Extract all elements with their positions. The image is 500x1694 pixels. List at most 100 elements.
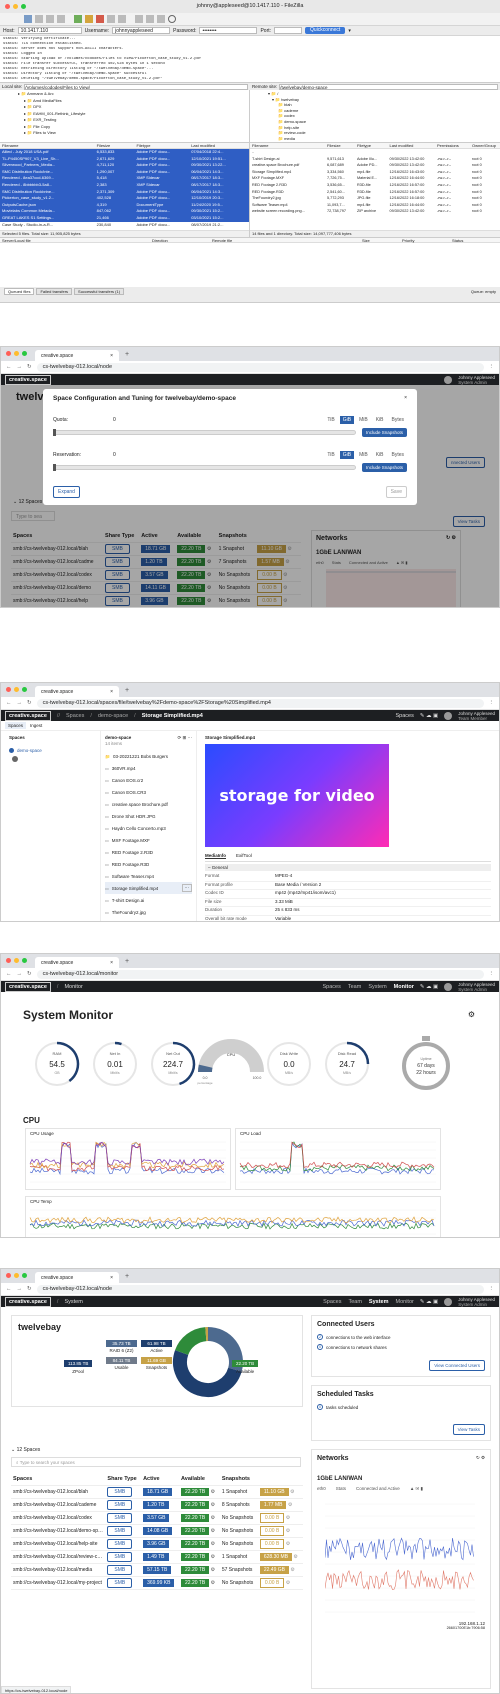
snapshot-settings-icon[interactable]: ⚙: [289, 1489, 295, 1495]
refresh-icon[interactable]: [74, 15, 82, 23]
remote-file-row[interactable]: Storage Simplified.mp4 3,334,560 mp4-file 1…: [250, 169, 500, 176]
nav-spaces[interactable]: Spaces: [323, 984, 341, 990]
browser-tab[interactable]: creative.space ×: [35, 1272, 119, 1283]
table-row[interactable]: smb://cs-twelvebay-012.local/my-project S…: [11, 1577, 303, 1590]
file-list-item[interactable]: ▭ MXF Footage.MXF: [105, 834, 192, 846]
address-bar[interactable]: cs-twelvebay-012.local/node: [36, 362, 484, 372]
column-tools-icons[interactable]: ⟳ ⊞ ⋯: [177, 735, 192, 741]
file-list-item[interactable]: ▭ RED Footage 2.R3D: [105, 846, 192, 858]
space-path[interactable]: smb://cs-twelvebay-012.local/revie: [11, 608, 103, 609]
queue-tab[interactable]: Successful transfers (1): [74, 287, 125, 295]
nav-spaces[interactable]: Spaces: [323, 1299, 341, 1305]
settings-gear-icon[interactable]: ⚙: [209, 1515, 216, 1521]
local-column-filesize[interactable]: Filesize: [95, 143, 135, 148]
settings-gear-icon[interactable]: ⚙: [209, 1580, 216, 1586]
back-icon[interactable]: ←: [6, 1286, 12, 1292]
reload-icon[interactable]: ↻: [27, 1286, 32, 1292]
search-input[interactable]: ⌕ Type to search your spaces: [11, 1457, 301, 1467]
local-file-row[interactable]: SMC Distribution Rock/inte... 1,290,007 Ad…: [0, 168, 249, 176]
reservation-slider[interactable]: [53, 464, 356, 471]
browser-menu-icon[interactable]: ⋮: [489, 971, 495, 977]
logo[interactable]: creative.space: [5, 374, 51, 385]
space-path[interactable]: smb://cs-twelvebay-012.local/help-site: [11, 1538, 105, 1551]
local-file-row[interactable]: Allied - July 2018 USA.pdf 6,533,833 Adobe…: [0, 149, 249, 156]
logo[interactable]: creative.space: [5, 1296, 51, 1307]
crumb-1[interactable]: Spaces: [66, 713, 84, 719]
nav-monitor[interactable]: Monitor: [394, 984, 414, 990]
file-list-item[interactable]: ▭ 360VR.mp4: [105, 762, 192, 774]
remote-column-filename[interactable]: Filename: [250, 143, 325, 148]
unit-option-kib[interactable]: KiB: [373, 416, 387, 424]
forward-icon[interactable]: →: [17, 1286, 23, 1292]
browser-menu-icon[interactable]: ⋮: [489, 700, 495, 706]
local-folder[interactable]: ▸ 📁 Files to View: [18, 130, 231, 137]
nav-team[interactable]: Team: [348, 1299, 361, 1305]
settings-gear-icon[interactable]: ⚙: [209, 1528, 216, 1534]
file-list-item[interactable]: ▭ Software Teaser.mp4: [105, 870, 192, 882]
local-column-last-modified[interactable]: Last modified: [189, 143, 249, 148]
browser-tab[interactable]: creative.space ×: [35, 957, 119, 968]
remote-folder[interactable]: 📁 media: [268, 136, 482, 142]
avatar[interactable]: [444, 982, 453, 991]
toolbar-icons[interactable]: ✎ ☁ ▣: [420, 1299, 438, 1305]
reload-icon[interactable]: ↻: [27, 971, 32, 977]
forward-icon[interactable]: →: [17, 971, 23, 977]
file-list-item[interactable]: ▭ Canon EOS.cr2: [105, 774, 192, 786]
local-column-filename[interactable]: Filename: [0, 143, 95, 148]
space-path[interactable]: smb://cs-twelvebay-012.local/demo-space: [11, 1525, 105, 1538]
quickconnect-button[interactable]: Quickconnect: [305, 27, 346, 34]
browser-menu-icon[interactable]: ⋮: [489, 364, 495, 370]
disconnect-icon[interactable]: [107, 15, 115, 23]
queue-column[interactable]: Status: [450, 238, 500, 243]
reload-icon[interactable]: ↻: [27, 700, 32, 706]
local-file-row[interactable]: Rendered - 8bbbbbb3-5a8... 2,383 XMP Sidec…: [0, 181, 249, 189]
include-snapshots-reservation-button[interactable]: Include Snapshots: [361, 463, 407, 472]
avatar[interactable]: [444, 1297, 453, 1306]
queue-column[interactable]: Direction: [150, 238, 210, 243]
remote-file-row[interactable]: MXF Footage.MXF 7,726,75... Material E... 1…: [250, 175, 500, 182]
file-list-item[interactable]: ▭ T-shirt Design.ai: [105, 894, 192, 906]
unit-option-bytes[interactable]: Bytes: [388, 451, 407, 459]
unit-option-tib[interactable]: TiB: [324, 416, 337, 424]
file-list-item[interactable]: ▭ creative.space Brochure.pdf: [105, 798, 192, 810]
table-row[interactable]: smb://cs-twelvebay-012.local/media SMB 57.…: [11, 1564, 303, 1577]
space-path[interactable]: smb://cs-twelvebay-012.local/codex: [11, 1512, 105, 1525]
address-bar[interactable]: cs-twelvebay-012.local/spaces/file/twelv…: [36, 698, 484, 708]
local-site-path[interactable]: /Volumes/cododes/Files to View/: [24, 83, 248, 90]
remote-file-list[interactable]: .. T-shirt Design.ai 9,571,613 Adobe Illu..…: [250, 149, 500, 215]
tab-exiftool[interactable]: ExifTool: [236, 853, 252, 859]
close-icon[interactable]: ×: [404, 395, 407, 402]
unit-option-gib[interactable]: GiB: [339, 416, 355, 424]
save-button[interactable]: Save: [385, 486, 407, 498]
file-list-item[interactable]: ▭ Drone Shot HDR.JPG: [105, 810, 192, 822]
back-icon[interactable]: ←: [6, 364, 12, 370]
nav-system[interactable]: System: [369, 1299, 389, 1305]
message-log[interactable]: Status: Verifying certificate... Status: …: [0, 36, 500, 83]
nav-system[interactable]: System: [368, 984, 386, 990]
local-file-list[interactable]: Allied - July 2018 USA.pdf 6,533,833 Adobe…: [0, 149, 249, 228]
logo[interactable]: creative.space: [5, 981, 51, 992]
toggle-tree-icon[interactable]: [46, 15, 54, 23]
file-list-item[interactable]: ▭ RED Footage.R3D: [105, 858, 192, 870]
site-manager-icon[interactable]: [24, 15, 32, 23]
local-file-row[interactable]: Rendered - 8ea37ccd-6369... 5,418 XMP Side…: [0, 175, 249, 182]
quickconnect-dropdown-icon[interactable]: ▾: [348, 28, 351, 34]
queue-list[interactable]: [0, 243, 500, 287]
local-file-row[interactable]: OutputsCache.json 4,319 DocumentType 11/24/…: [0, 201, 249, 209]
remote-file-row[interactable]: RED Footage 2.R3D 3,536,65... R3D-file 12/1…: [250, 182, 500, 189]
address-bar[interactable]: cs-twelvebay-012.local/monitor: [36, 969, 484, 979]
back-icon[interactable]: ←: [6, 700, 12, 706]
nav-monitor[interactable]: Monitor: [396, 1299, 414, 1305]
new-tab-icon[interactable]: +: [119, 1273, 135, 1283]
logo[interactable]: creative.space: [5, 710, 51, 721]
close-tab-icon[interactable]: ×: [110, 353, 113, 359]
browser-tab[interactable]: creative.space ×: [35, 350, 119, 361]
new-tab-icon[interactable]: +: [119, 351, 135, 361]
forward-icon[interactable]: →: [17, 364, 23, 370]
avatar[interactable]: [444, 375, 453, 384]
unit-option-kib[interactable]: KiB: [373, 451, 387, 459]
unit-option-tib[interactable]: TiB: [324, 451, 337, 459]
reconnect-icon[interactable]: [118, 15, 126, 23]
remote-column-last-modified[interactable]: Last modified: [388, 143, 436, 148]
remote-column-filesize[interactable]: Filesize: [325, 143, 355, 148]
